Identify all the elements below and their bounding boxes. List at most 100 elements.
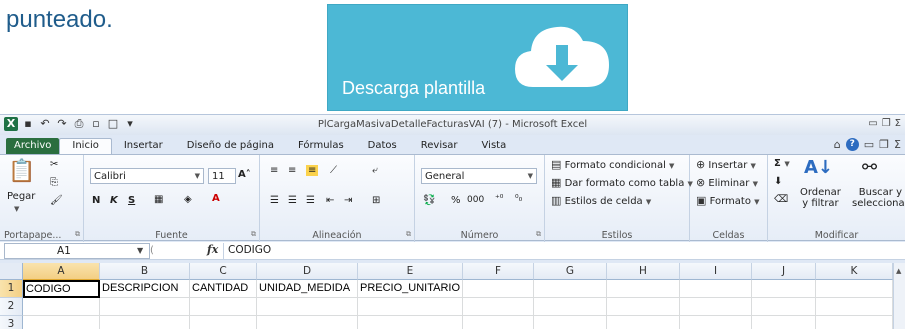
clear-icon[interactable]: ⌫: [774, 194, 788, 205]
ribbon-collapse-icon[interactable]: ⌂: [834, 138, 841, 151]
align-right-icon[interactable]: ☰: [306, 195, 315, 206]
sort-filter-button[interactable]: Ordenar y filtrar: [800, 187, 841, 209]
fill-icon[interactable]: ⬇: [774, 176, 782, 187]
insert-function-icon[interactable]: fx: [207, 243, 218, 256]
column-header-h[interactable]: H: [607, 263, 680, 280]
sort-filter-icon[interactable]: A↓: [804, 157, 833, 178]
clipboard-launcher-icon[interactable]: ⧉: [75, 230, 80, 239]
name-box[interactable]: A1: [4, 243, 150, 259]
cell-k2[interactable]: [816, 298, 893, 316]
tab-diseno-pagina[interactable]: Diseño de página: [175, 139, 286, 154]
percent-button[interactable]: %: [451, 195, 461, 206]
close-icon[interactable]: Σ: [895, 118, 901, 129]
cell-b3[interactable]: [100, 316, 190, 329]
underline-button[interactable]: S: [128, 195, 135, 206]
grow-font-icon[interactable]: A˄: [238, 169, 251, 180]
binoculars-icon[interactable]: ⚯: [862, 157, 877, 178]
font-launcher-icon[interactable]: ⧉: [251, 230, 256, 239]
wb-restore-icon[interactable]: ❐: [879, 138, 889, 151]
wb-minimize-icon[interactable]: ▭: [864, 138, 874, 151]
cell-g2[interactable]: [534, 298, 607, 316]
cell-b2[interactable]: [100, 298, 190, 316]
cell-h1[interactable]: [607, 280, 680, 298]
column-header-b[interactable]: B: [100, 263, 190, 280]
tab-vista[interactable]: Vista: [470, 139, 519, 154]
row-header-3[interactable]: 3: [0, 316, 23, 329]
column-header-d[interactable]: D: [257, 263, 358, 280]
cell-i3[interactable]: [680, 316, 752, 329]
align-center-icon[interactable]: ☰: [288, 195, 297, 206]
copy-icon[interactable]: ⎘: [50, 177, 58, 188]
select-all-corner[interactable]: [0, 263, 23, 280]
cell-d3[interactable]: [257, 316, 358, 329]
align-bottom-icon[interactable]: ≡: [306, 165, 319, 176]
column-header-e[interactable]: E: [358, 263, 463, 280]
cell-g3[interactable]: [534, 316, 607, 329]
paste-button[interactable]: Pegar: [7, 191, 35, 202]
align-middle-icon[interactable]: ≡: [288, 165, 296, 176]
cell-f3[interactable]: [463, 316, 534, 329]
cell-b1[interactable]: DESCRIPCION: [100, 280, 190, 298]
spreadsheet-grid[interactable]: A B C D E F G H I J K 1 2 3 CODIGO DESCR…: [0, 263, 905, 329]
cell-k1[interactable]: [816, 280, 893, 298]
font-color-icon[interactable]: A: [212, 193, 220, 204]
cell-c1[interactable]: CANTIDAD: [190, 280, 257, 298]
wb-close-icon[interactable]: Σ: [894, 138, 901, 151]
column-header-f[interactable]: F: [463, 263, 534, 280]
borders-icon[interactable]: ▦: [154, 194, 163, 205]
cell-styles-button[interactable]: ▥ Estilos de celda ▼: [551, 194, 651, 207]
cell-a3[interactable]: [23, 316, 100, 329]
scroll-up-icon[interactable]: ▲: [896, 267, 901, 275]
column-header-j[interactable]: J: [752, 263, 816, 280]
currency-icon[interactable]: 💱: [423, 195, 435, 206]
cell-e3[interactable]: [358, 316, 463, 329]
cell-j1[interactable]: [752, 280, 816, 298]
cell-c2[interactable]: [190, 298, 257, 316]
cell-k3[interactable]: [816, 316, 893, 329]
cut-icon[interactable]: ✂: [50, 159, 58, 170]
fill-color-icon[interactable]: ◈: [184, 194, 192, 205]
cell-g1[interactable]: [534, 280, 607, 298]
name-box-dropdown-icon[interactable]: ▼: [137, 246, 143, 255]
format-cells-button[interactable]: ▣ Formato ▼: [696, 194, 760, 207]
alignment-launcher-icon[interactable]: ⧉: [406, 230, 411, 239]
format-as-table-button[interactable]: ▦ Dar formato como tabla ▼: [551, 176, 693, 189]
align-left-icon[interactable]: ☰: [270, 195, 279, 206]
restore-icon[interactable]: ❐: [882, 118, 891, 129]
decrease-indent-icon[interactable]: ⇤: [326, 195, 334, 206]
insert-cells-button[interactable]: ⊕ Insertar ▼: [696, 158, 756, 171]
cell-j2[interactable]: [752, 298, 816, 316]
number-format-select[interactable]: General ▼: [421, 168, 537, 184]
merge-center-icon[interactable]: ⊞: [372, 195, 380, 206]
column-header-a[interactable]: A: [23, 263, 100, 280]
cell-f1[interactable]: [463, 280, 534, 298]
column-header-i[interactable]: I: [680, 263, 752, 280]
column-header-c[interactable]: C: [190, 263, 257, 280]
wrap-text-icon[interactable]: ⤶: [372, 165, 378, 176]
cell-e1[interactable]: PRECIO_UNITARIO: [358, 280, 463, 298]
format-painter-icon[interactable]: 🖌: [50, 195, 63, 206]
formula-options-icon[interactable]: (: [150, 245, 154, 256]
tab-formulas[interactable]: Fórmulas: [286, 139, 356, 154]
cell-i2[interactable]: [680, 298, 752, 316]
paste-dropdown-icon[interactable]: ▼: [14, 203, 19, 214]
cell-h2[interactable]: [607, 298, 680, 316]
cell-f2[interactable]: [463, 298, 534, 316]
tab-insertar[interactable]: Insertar: [112, 139, 175, 154]
increase-decimal-icon[interactable]: ⁺⁰: [495, 194, 503, 204]
autosum-button[interactable]: Σ ▼: [774, 158, 790, 169]
italic-button[interactable]: K: [110, 195, 118, 206]
row-header-1[interactable]: 1: [0, 280, 23, 298]
paste-icon[interactable]: 📋: [8, 159, 35, 184]
cell-i1[interactable]: [680, 280, 752, 298]
bold-button[interactable]: N: [92, 195, 100, 206]
increase-indent-icon[interactable]: ⇥: [344, 195, 352, 206]
download-template-button[interactable]: Descarga plantilla: [327, 4, 628, 111]
font-size-select[interactable]: 11: [208, 168, 236, 184]
cell-a2[interactable]: [23, 298, 100, 316]
cell-c3[interactable]: [190, 316, 257, 329]
cell-e2[interactable]: [358, 298, 463, 316]
delete-cells-button[interactable]: ⊗ Eliminar ▼: [696, 176, 758, 189]
thousands-button[interactable]: 000: [467, 195, 484, 205]
cell-d2[interactable]: [257, 298, 358, 316]
